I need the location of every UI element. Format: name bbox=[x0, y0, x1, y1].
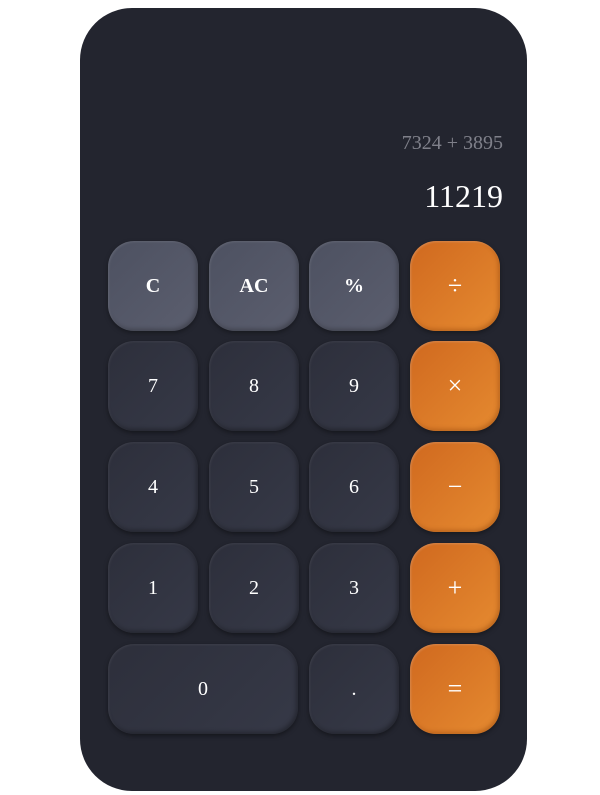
clear-button[interactable]: C bbox=[108, 241, 198, 331]
decimal-button[interactable]: . bbox=[309, 644, 399, 734]
digit-8-button[interactable]: 8 bbox=[209, 341, 299, 431]
multiply-button[interactable]: × bbox=[410, 341, 500, 431]
digit-6-button[interactable]: 6 bbox=[309, 442, 399, 532]
digit-9-button[interactable]: 9 bbox=[309, 341, 399, 431]
digit-2-button[interactable]: 2 bbox=[209, 543, 299, 633]
digit-3-button[interactable]: 3 bbox=[309, 543, 399, 633]
digit-1-button[interactable]: 1 bbox=[108, 543, 198, 633]
digit-0-button[interactable]: 0 bbox=[108, 644, 298, 734]
percent-button[interactable]: % bbox=[309, 241, 399, 331]
all-clear-button[interactable]: AC bbox=[209, 241, 299, 331]
divide-button[interactable]: ÷ bbox=[410, 241, 500, 331]
equals-button[interactable]: = bbox=[410, 644, 500, 734]
digit-4-button[interactable]: 4 bbox=[108, 442, 198, 532]
calculator-body: 7324 + 3895 11219 C AC % ÷ 7 8 9 × 4 5 6… bbox=[80, 8, 527, 791]
result-readout: 11219 bbox=[424, 178, 503, 214]
digit-7-button[interactable]: 7 bbox=[108, 341, 198, 431]
subtract-button[interactable]: − bbox=[410, 442, 500, 532]
display: 7324 + 3895 11219 bbox=[402, 128, 503, 216]
expression-readout: 7324 + 3895 bbox=[401, 132, 503, 154]
add-button[interactable]: + bbox=[410, 543, 500, 633]
digit-5-button[interactable]: 5 bbox=[209, 442, 299, 532]
